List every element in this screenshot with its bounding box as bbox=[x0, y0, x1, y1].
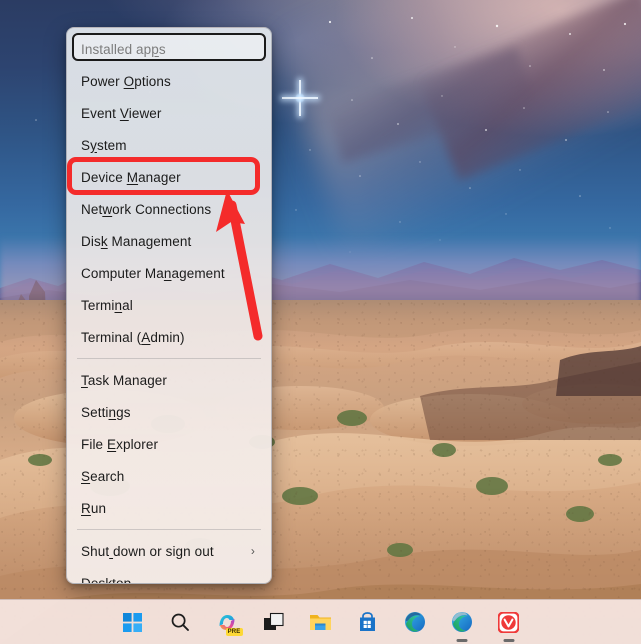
accelerator-letter: M bbox=[126, 169, 139, 185]
menu-item-search[interactable]: Search bbox=[67, 460, 271, 492]
menu-item-event-viewer[interactable]: Event Viewer bbox=[67, 97, 271, 129]
winx-quick-link-menu[interactable]: Installed apps Power Options Event Viewer S… bbox=[66, 27, 272, 584]
accelerator-letter: O bbox=[123, 73, 135, 89]
vivaldi-icon bbox=[498, 611, 519, 633]
menu-item-run[interactable]: Run bbox=[67, 492, 271, 524]
menu-item-task-manager[interactable]: Task Manager bbox=[67, 364, 271, 396]
menu-item-label: Device Manager bbox=[81, 169, 181, 185]
accelerator-letter: w bbox=[102, 201, 113, 217]
menu-item-settings[interactable]: Settings bbox=[67, 396, 271, 428]
menu-item-label: Computer Management bbox=[81, 265, 225, 281]
menu-item-label: Disk Management bbox=[81, 233, 192, 249]
menu-item-disk-management[interactable]: Disk Management bbox=[67, 225, 271, 257]
running-indicator bbox=[456, 639, 467, 642]
accelerator-letter: y bbox=[90, 137, 97, 153]
taskbar[interactable]: PRE bbox=[0, 599, 641, 644]
copilot-button[interactable]: PRE bbox=[212, 607, 243, 637]
copilot-preview-badge: PRE bbox=[225, 628, 243, 636]
menu-item-label: Terminal bbox=[81, 297, 133, 313]
menu-item-label: Network Connections bbox=[81, 201, 212, 217]
menu-item-network-connections[interactable]: Network Connections bbox=[67, 193, 271, 225]
menu-item-installed-apps[interactable]: Installed apps bbox=[67, 33, 271, 65]
accelerator-letter: R bbox=[81, 500, 91, 516]
accelerator-letter: S bbox=[81, 468, 91, 484]
microsoft-store-button[interactable] bbox=[353, 607, 383, 637]
accelerator-letter: A bbox=[141, 329, 151, 345]
menu-item-label: System bbox=[81, 137, 127, 153]
menu-item-label: Power Options bbox=[81, 73, 171, 89]
menu-item-file-explorer[interactable]: File Explorer bbox=[67, 428, 271, 460]
accelerator-letter: k bbox=[100, 233, 108, 249]
vivaldi-button[interactable] bbox=[494, 607, 524, 642]
accelerator-letter: E bbox=[107, 436, 117, 452]
menu-item-desktop[interactable]: Desktop bbox=[67, 567, 271, 584]
menu-item-label: Shut down or sign out bbox=[81, 543, 214, 559]
accelerator-letter: D bbox=[81, 575, 91, 584]
accelerator-letter: T bbox=[81, 372, 88, 388]
accelerator-letter: p bbox=[151, 41, 159, 57]
menu-item-label: Task Manager bbox=[81, 372, 167, 388]
start-button[interactable] bbox=[118, 607, 148, 637]
menu-item-label: Event Viewer bbox=[81, 105, 162, 121]
edge-button[interactable] bbox=[400, 607, 430, 637]
edge-icon bbox=[404, 612, 425, 632]
menu-item-device-manager[interactable]: Device Manager bbox=[67, 161, 271, 193]
menu-item-terminal-admin[interactable]: Terminal (Admin) bbox=[67, 321, 271, 353]
menu-item-label: File Explorer bbox=[81, 436, 159, 452]
menu-separator bbox=[77, 529, 261, 530]
task-view-button[interactable] bbox=[259, 607, 289, 637]
menu-item-power-options[interactable]: Power Options bbox=[67, 65, 271, 97]
bright-star-flare bbox=[280, 78, 320, 118]
search-button[interactable] bbox=[165, 607, 195, 637]
running-indicator bbox=[503, 639, 514, 642]
file-explorer-button[interactable] bbox=[306, 607, 336, 637]
chevron-right-icon: › bbox=[250, 544, 255, 558]
menu-item-label: Desktop bbox=[81, 575, 259, 584]
menu-separator bbox=[77, 358, 261, 359]
edge-icon bbox=[451, 612, 472, 632]
windows-logo-icon bbox=[123, 612, 142, 632]
edge-window-button[interactable] bbox=[447, 607, 477, 642]
accelerator-letter bbox=[109, 544, 113, 559]
accelerator-letter: V bbox=[119, 105, 129, 121]
task-view-icon bbox=[263, 612, 284, 630]
store-bag-icon bbox=[360, 611, 375, 631]
accelerator-letter: n bbox=[108, 404, 117, 420]
menu-item-label: Settings bbox=[81, 404, 131, 420]
accelerator-letter: n bbox=[163, 265, 172, 281]
menu-item-label: Terminal (Admin) bbox=[81, 329, 185, 345]
menu-item-shut-down-or-sign-out[interactable]: Shut down or sign out › bbox=[67, 535, 271, 567]
menu-item-label: Search bbox=[81, 468, 125, 484]
menu-item-label: Installed apps bbox=[81, 41, 166, 57]
menu-item-system[interactable]: System bbox=[67, 129, 271, 161]
search-icon bbox=[171, 613, 189, 631]
menu-item-label: Run bbox=[81, 500, 107, 516]
menu-item-computer-management[interactable]: Computer Management bbox=[67, 257, 271, 289]
menu-item-terminal[interactable]: Terminal bbox=[67, 289, 271, 321]
folder-icon bbox=[310, 615, 331, 630]
accelerator-letter: n bbox=[114, 297, 123, 313]
